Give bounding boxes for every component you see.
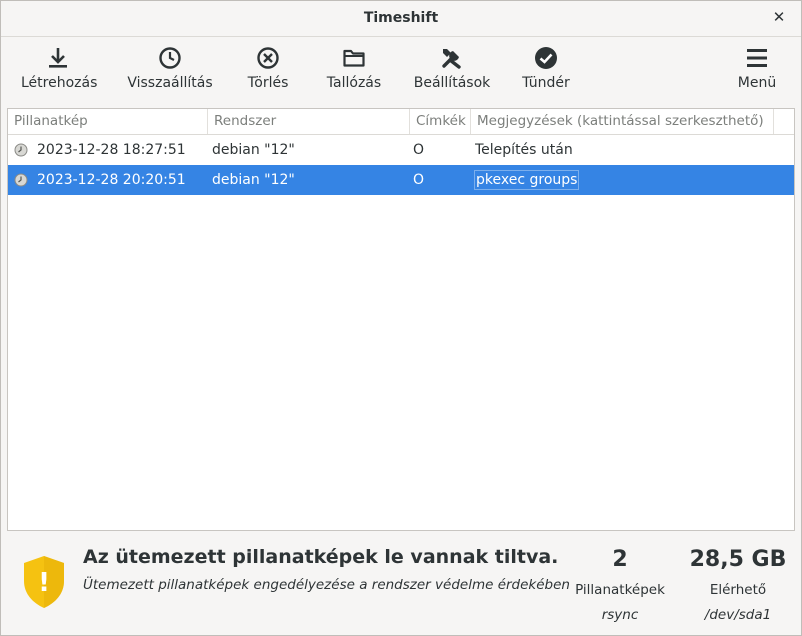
status-subtitle: Ütemezett pillanatképek engedélyezése a … (83, 577, 570, 593)
wizard-button[interactable]: Tündér (519, 45, 573, 101)
check-circle-icon (535, 47, 557, 69)
cell-system: debian "12" (212, 172, 295, 188)
table-header: Pillanatkép Rendszer Címkék Megjegyzések… (8, 109, 794, 135)
column-header-snapshot[interactable]: Pillanatkép (8, 109, 208, 134)
column-header-system[interactable]: Rendszer (208, 109, 410, 134)
cell-tags: O (413, 142, 425, 158)
cell-system: debian "12" (212, 142, 295, 158)
close-button[interactable]: ✕ (769, 7, 789, 27)
browse-button[interactable]: Tallózás (323, 45, 385, 101)
settings-button[interactable]: Beállítások (413, 45, 491, 101)
menu-button[interactable]: Menü (735, 45, 779, 101)
status-area: ! Az ütemezett pillanatképek le vannak t… (1, 532, 801, 635)
status-title: Az ütemezett pillanatképek le vannak til… (83, 546, 559, 568)
cell-notes[interactable]: pkexec groups (474, 165, 580, 195)
menu-label: Menü (737, 75, 777, 91)
device-name: /dev/sda1 (704, 607, 772, 623)
toolbar: Létrehozás Visszaállítás Törlés Tallózás (1, 37, 801, 103)
column-header-notes[interactable]: Megjegyzések (kattintással szerkeszthető… (471, 109, 774, 134)
notes-edit-text[interactable]: pkexec groups (474, 170, 580, 190)
snapshot-list[interactable]: Pillanatkép Rendszer Címkék Megjegyzések… (7, 108, 795, 531)
table-row-selected[interactable]: 2023-12-28 20:20:51 debian "12" O pkexec… (8, 165, 794, 195)
table-row[interactable]: 2023-12-28 18:27:51 debian "12" O Telepí… (8, 135, 794, 165)
delete-label: Törlés (247, 75, 289, 91)
delete-circle-icon (257, 47, 279, 69)
hamburger-menu-icon (747, 49, 767, 67)
browse-label: Tallózás (326, 75, 382, 91)
column-header-tags[interactable]: Címkék (410, 109, 471, 134)
available-size: 28,5 GB (689, 547, 787, 572)
tools-icon (442, 49, 461, 69)
clock-icon (159, 47, 181, 69)
cell-snapshot: 2023-12-28 20:20:51 (37, 172, 186, 188)
snapshot-type: rsync (601, 607, 639, 623)
available-space-stat: 28,5 GB Elérhető /dev/sda1 (687, 546, 789, 623)
timeshift-window: Timeshift ✕ Létrehozás Visszaállítás Tör… (0, 0, 802, 636)
create-button[interactable]: Létrehozás (21, 45, 98, 101)
available-label: Elérhető (709, 582, 767, 598)
warning-shield-icon: ! (24, 556, 64, 608)
window-title: Timeshift (363, 10, 439, 26)
download-icon (49, 48, 67, 68)
cell-snapshot: 2023-12-28 18:27:51 (37, 142, 186, 158)
snapshot-count-stat: 2 Pillanatképek rsync (569, 546, 671, 623)
cell-tags: O (413, 172, 425, 188)
cell-notes[interactable]: Telepítés után (475, 135, 573, 165)
snapshot-count: 2 (612, 547, 628, 572)
folder-icon (343, 49, 365, 67)
snapshot-clock-icon (14, 173, 28, 187)
restore-button[interactable]: Visszaállítás (127, 45, 213, 101)
shield-mark: ! (38, 568, 50, 598)
delete-button[interactable]: Törlés (243, 45, 293, 101)
create-label: Létrehozás (21, 75, 98, 91)
settings-label: Beállítások (413, 75, 491, 91)
wizard-label: Tündér (522, 75, 570, 91)
snapshot-count-label: Pillanatképek (575, 582, 665, 598)
restore-label: Visszaállítás (127, 75, 213, 91)
snapshot-clock-icon (14, 143, 28, 157)
title-bar: Timeshift ✕ (1, 1, 801, 37)
